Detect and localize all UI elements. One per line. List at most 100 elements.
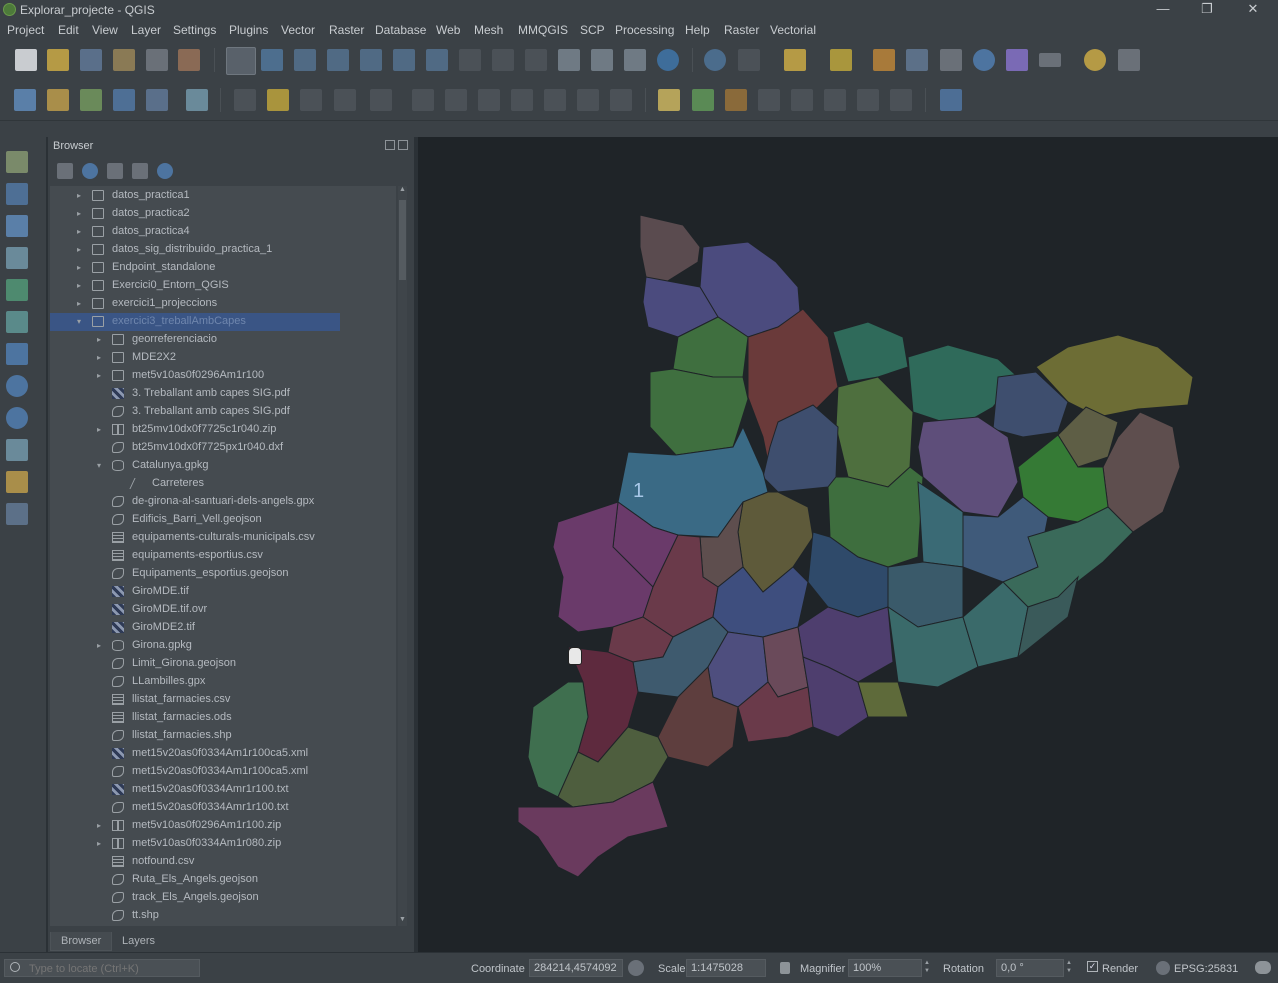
messages-icon[interactable] <box>1255 961 1271 974</box>
tree-row[interactable]: met15v20as0f0334Am1r100ca5.xml <box>50 763 396 781</box>
add-arcgis-layer-icon[interactable] <box>6 439 28 461</box>
expand-arrow-icon[interactable]: ▸ <box>77 263 81 272</box>
expand-arrow-icon[interactable]: ▾ <box>77 317 81 326</box>
tree-row[interactable]: GiroMDE.tif.ovr <box>50 601 396 619</box>
menu-mesh[interactable]: Mesh <box>474 23 503 37</box>
expand-arrow-icon[interactable]: ▸ <box>97 371 101 380</box>
expand-arrow-icon[interactable]: ▸ <box>77 191 81 200</box>
close-button[interactable]: ✕ <box>1230 0 1276 20</box>
tree-row[interactable]: 3. Treballant amb capes SIG.pdf <box>50 403 396 421</box>
text-annotation-icon[interactable] <box>1118 49 1140 71</box>
expand-arrow-icon[interactable]: ▸ <box>97 353 101 362</box>
bookmarks-icon[interactable] <box>624 49 646 71</box>
scroll-up-icon[interactable]: ▲ <box>398 186 407 196</box>
statistical-summary-icon[interactable] <box>1006 49 1028 71</box>
tree-row[interactable]: ▸ georreferenciacio <box>50 331 396 349</box>
zoom-out-icon[interactable] <box>327 49 349 71</box>
zoom-last-icon[interactable] <box>492 49 514 71</box>
rotate-label-icon[interactable] <box>857 89 879 111</box>
expand-arrow-icon[interactable]: ▸ <box>77 281 81 290</box>
refresh-icon[interactable] <box>657 49 679 71</box>
tree-row[interactable]: GiroMDE2.tif <box>50 619 396 637</box>
tree-row[interactable]: ▸ datos_practica4 <box>50 223 396 241</box>
menu-layer[interactable]: Layer <box>131 23 161 37</box>
expand-arrow-icon[interactable]: ▸ <box>77 209 81 218</box>
tree-row[interactable]: ▸ met5v10as0f0296Am1r100.zip <box>50 817 396 835</box>
add-wfs-layer-icon[interactable] <box>6 375 28 397</box>
field-calculator-icon[interactable] <box>940 49 962 71</box>
move-label-icon[interactable] <box>824 89 846 111</box>
menu-edit[interactable]: Edit <box>58 23 79 37</box>
tree-row[interactable]: GiroMDE.tif <box>50 583 396 601</box>
menu-help[interactable]: Help <box>685 23 710 37</box>
menu-raster[interactable]: Raster <box>329 23 364 37</box>
maximize-button[interactable]: ❐ <box>1184 0 1230 20</box>
menu-mmqgis[interactable]: MMQGIS <box>518 23 568 37</box>
add-raster-layer-icon[interactable] <box>6 183 28 205</box>
vertex-tool-icon[interactable] <box>370 89 392 111</box>
lock-scale-icon[interactable] <box>780 962 790 974</box>
tree-row[interactable]: equipaments-culturals-municipals.csv <box>50 529 396 547</box>
new-shapefile-layer-icon[interactable] <box>80 89 102 111</box>
undo-icon[interactable] <box>577 89 599 111</box>
new-temporary-layer-icon[interactable] <box>113 89 135 111</box>
zoom-to-layer-icon[interactable] <box>426 49 448 71</box>
scrollbar-thumb[interactable] <box>399 200 406 280</box>
delete-selected-icon[interactable] <box>445 89 467 111</box>
new-project-icon[interactable] <box>15 49 37 71</box>
menu-settings[interactable]: Settings <box>173 23 216 37</box>
attribute-table-icon[interactable] <box>906 49 928 71</box>
style-manager-icon[interactable] <box>178 49 200 71</box>
expand-arrow-icon[interactable]: ▸ <box>97 335 101 344</box>
highlight-pinned-labels-icon[interactable] <box>725 89 747 111</box>
copy-features-icon[interactable] <box>511 89 533 111</box>
tree-row[interactable]: 3. Treballant amb capes SIG.pdf <box>50 385 396 403</box>
expand-arrow-icon[interactable]: ▸ <box>97 425 101 434</box>
add-wcs-layer-icon[interactable] <box>6 407 28 429</box>
add-feature-icon[interactable] <box>334 89 356 111</box>
rotation-spin-icon[interactable]: ▲ ▼ <box>1066 959 1075 977</box>
tree-row[interactable]: ▸ exercici1_projeccions <box>50 295 396 313</box>
tree-row[interactable]: Ruta_Els_Angels.geojson <box>50 871 396 889</box>
menu-project[interactable]: Project <box>7 23 44 37</box>
save-project-icon[interactable] <box>80 49 102 71</box>
new-3d-map-view-icon[interactable] <box>591 49 613 71</box>
deselect-all-icon[interactable] <box>873 49 895 71</box>
zoom-next-icon[interactable] <box>525 49 547 71</box>
menu-raster-2[interactable]: Raster <box>724 23 759 37</box>
magnifier-field[interactable]: 100% <box>848 959 922 977</box>
tree-row[interactable]: ▸ datos_sig_distribuido_practica_1 <box>50 241 396 259</box>
tree-row[interactable]: tt.shp <box>50 907 396 925</box>
crs-button[interactable]: EPSG:25831 <box>1174 963 1238 975</box>
tree-row[interactable]: llistat_farmacies.csv <box>50 691 396 709</box>
zoom-full-icon[interactable] <box>360 49 382 71</box>
add-geopackage-icon[interactable] <box>6 471 28 493</box>
float-panel-icon[interactable] <box>385 140 395 150</box>
tree-row[interactable]: ▸ Girona.gpkg <box>50 637 396 655</box>
tab-browser[interactable]: Browser <box>50 932 113 951</box>
expand-arrow-icon[interactable]: ▾ <box>97 461 101 470</box>
add-vector-layer-icon[interactable] <box>186 89 208 111</box>
add-virtual-layer-icon[interactable] <box>6 311 28 333</box>
tree-row[interactable]: ▸ Exercici0_Entorn_QGIS <box>50 277 396 295</box>
new-map-view-icon[interactable] <box>558 49 580 71</box>
magnifier-spin-icon[interactable]: ▲ ▼ <box>924 959 933 977</box>
menu-plugins[interactable]: Plugins <box>229 23 268 37</box>
show-hide-labels-icon[interactable] <box>791 89 813 111</box>
scale-field[interactable]: 1:1475028 <box>686 959 766 977</box>
expand-arrow-icon[interactable]: ▸ <box>97 641 101 650</box>
locator-bar[interactable] <box>4 959 201 977</box>
tree-row[interactable]: de-girona-al-santuari-dels-angels.gpx <box>50 493 396 511</box>
menu-web[interactable]: Web <box>436 23 460 37</box>
tree-row[interactable]: LLambilles.gpx <box>50 673 396 691</box>
pan-map-icon[interactable] <box>226 47 256 75</box>
add-delimited-text-icon[interactable] <box>6 151 28 173</box>
expand-arrow-icon[interactable]: ▸ <box>77 245 81 254</box>
coordinate-field[interactable]: 284214,4574092 <box>529 959 623 977</box>
new-print-layout-icon[interactable] <box>113 49 135 71</box>
close-panel-icon[interactable] <box>398 140 408 150</box>
expand-arrow-icon[interactable]: ▸ <box>97 839 101 848</box>
tree-row[interactable]: Limit_Girona.geojson <box>50 655 396 673</box>
python-console-icon[interactable] <box>940 89 962 111</box>
tree-row[interactable]: Equipaments_esportius.geojson <box>50 565 396 583</box>
